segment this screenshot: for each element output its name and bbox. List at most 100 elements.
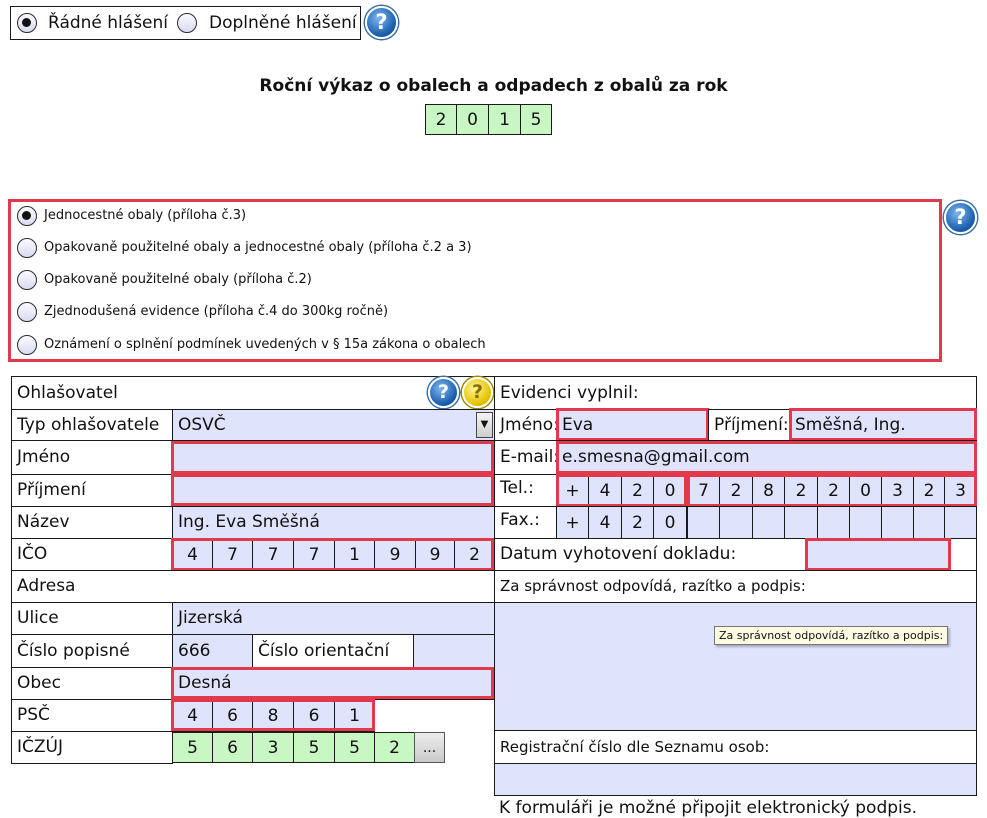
select-value: OSVČ	[178, 414, 226, 435]
chevron-down-icon[interactable]: ▼	[476, 412, 493, 438]
name-label: Název	[11, 506, 173, 539]
first-name-label: Jméno	[11, 440, 173, 475]
radio-single-use-packaging[interactable]	[17, 206, 37, 226]
phone-digit[interactable]: 2	[913, 474, 945, 507]
year-digit[interactable]: 1	[488, 104, 521, 135]
filler-first-name-input[interactable]: Eva	[556, 409, 709, 441]
label-text: Fax.:	[500, 510, 540, 530]
iczuj-digit[interactable]: 5	[293, 732, 335, 763]
filler-last-name-label: Příjmení:	[708, 409, 790, 441]
ico-digit[interactable]: 1	[334, 538, 375, 571]
fax-prefix-digit[interactable]: 0	[653, 506, 687, 539]
email-input[interactable]: e.smesna@gmail.com	[556, 440, 977, 475]
last-name-input[interactable]	[172, 474, 495, 507]
iczuj-digit[interactable]: 5	[172, 732, 213, 763]
fax-digit[interactable]	[849, 506, 882, 539]
label-text: Název	[17, 512, 70, 532]
fax-digit[interactable]	[817, 506, 850, 539]
phone-digit[interactable]: 2	[784, 474, 818, 507]
label-text: Registrační číslo dle Seznamu osob:	[500, 737, 770, 756]
iczuj-digit[interactable]: 5	[334, 732, 375, 763]
fax-digit[interactable]	[944, 506, 977, 539]
iczuj-digit[interactable]: 3	[252, 732, 294, 763]
iczuj-label: IČZÚJ	[11, 731, 173, 764]
signature-area[interactable]	[494, 602, 977, 731]
iczuj-digit[interactable]: 6	[212, 732, 253, 763]
phone-prefix-digit[interactable]: 4	[588, 474, 622, 507]
radio-regular-report[interactable]	[17, 13, 37, 33]
packaging-option-label: Jednocestné obaly (příloha č.3)	[44, 208, 247, 223]
ico-digit[interactable]: 7	[293, 538, 335, 571]
street-input[interactable]: Jizerská	[172, 602, 495, 635]
radio-simplified-records[interactable]	[17, 302, 37, 322]
ico-digit[interactable]: 4	[172, 538, 213, 571]
phone-prefix-digit[interactable]: +	[556, 474, 589, 507]
fax-prefix-digit[interactable]: 2	[621, 506, 654, 539]
orientation-number-input[interactable]	[413, 634, 495, 668]
fax-digit[interactable]	[687, 506, 720, 539]
year-digit[interactable]: 2	[425, 104, 457, 135]
document-date-input[interactable]	[805, 539, 951, 570]
radio-notification-15a[interactable]	[17, 335, 37, 355]
ico-digit[interactable]: 7	[212, 538, 253, 571]
fax-digit[interactable]	[719, 506, 753, 539]
zip-label: PSČ	[11, 699, 173, 732]
phone-digit[interactable]: 0	[849, 474, 882, 507]
filler-first-name-label: Jméno:	[494, 409, 557, 441]
fax-digit[interactable]	[784, 506, 818, 539]
label-text: Za správnost odpovídá, razítko a podpis:	[500, 577, 806, 595]
zip-digit[interactable]: 6	[212, 699, 253, 732]
label-text: IČZÚJ	[17, 737, 63, 757]
phone-digit[interactable]: 7	[687, 474, 720, 507]
phone-label: Tel.:	[494, 474, 557, 507]
phone-prefix-digit[interactable]: 0	[653, 474, 687, 507]
radio-regular-report-label: Řádné hlášení	[48, 13, 169, 33]
first-name-input[interactable]	[172, 440, 495, 475]
phone-prefix-digit[interactable]: 2	[621, 474, 654, 507]
house-number-input[interactable]: 666	[172, 634, 253, 668]
ico-digit[interactable]: 9	[415, 538, 455, 571]
label-text: Ulice	[17, 608, 59, 628]
help-icon[interactable]: ?	[365, 6, 398, 39]
fax-prefix-digit[interactable]: +	[556, 506, 589, 539]
help-icon[interactable]: ?	[428, 377, 459, 408]
registration-input[interactable]	[494, 763, 977, 796]
house-number-label: Číslo popisné	[11, 634, 173, 668]
fax-digit[interactable]	[752, 506, 785, 539]
reporter-type-select[interactable]: OSVČ	[172, 409, 495, 441]
fax-prefix-digit[interactable]: 4	[588, 506, 622, 539]
radio-supplemented-report[interactable]	[177, 13, 197, 33]
zip-digit[interactable]: 6	[293, 699, 335, 732]
ico-digit[interactable]: 7	[252, 538, 294, 571]
phone-digit[interactable]: 3	[944, 474, 977, 507]
reporter-section-header: Ohlašovatel	[11, 376, 495, 410]
iczuj-digit[interactable]: 2	[374, 732, 415, 763]
year-digit[interactable]: 0	[456, 104, 489, 135]
iczuj-lookup-button[interactable]: ...	[414, 732, 445, 763]
ico-label: IČO	[11, 538, 173, 571]
phone-digit[interactable]: 8	[752, 474, 785, 507]
help-icon[interactable]: ?	[944, 201, 977, 234]
label-text: Typ ohlašovatele	[17, 414, 160, 435]
radio-reusable-packaging[interactable]	[17, 270, 37, 290]
year-digit[interactable]: 5	[520, 104, 552, 135]
zip-digit[interactable]: 8	[252, 699, 294, 732]
radio-reusable-and-single-use[interactable]	[17, 238, 37, 258]
zip-digit[interactable]: 4	[172, 699, 213, 732]
phone-digit[interactable]: 3	[881, 474, 914, 507]
phone-digit[interactable]: 2	[817, 474, 850, 507]
name-input[interactable]: Ing. Eva Směšná	[172, 506, 495, 539]
phone-digit[interactable]: 2	[719, 474, 753, 507]
ico-digit[interactable]: 9	[374, 538, 416, 571]
fax-digit[interactable]	[913, 506, 945, 539]
filler-last-name-input[interactable]: Směšná, Ing.	[789, 409, 977, 441]
ico-digit[interactable]: 2	[454, 538, 495, 571]
zip-digit[interactable]: 1	[334, 699, 375, 732]
hint-icon[interactable]: ?	[462, 377, 493, 408]
city-input[interactable]: Desná	[172, 667, 495, 700]
label-text: Jméno:	[500, 414, 557, 435]
city-label: Obec	[11, 667, 173, 700]
fax-digit[interactable]	[881, 506, 914, 539]
address-section-header: Adresa	[11, 570, 495, 603]
registration-label-row: Registrační číslo dle Seznamu osob:	[494, 730, 977, 764]
